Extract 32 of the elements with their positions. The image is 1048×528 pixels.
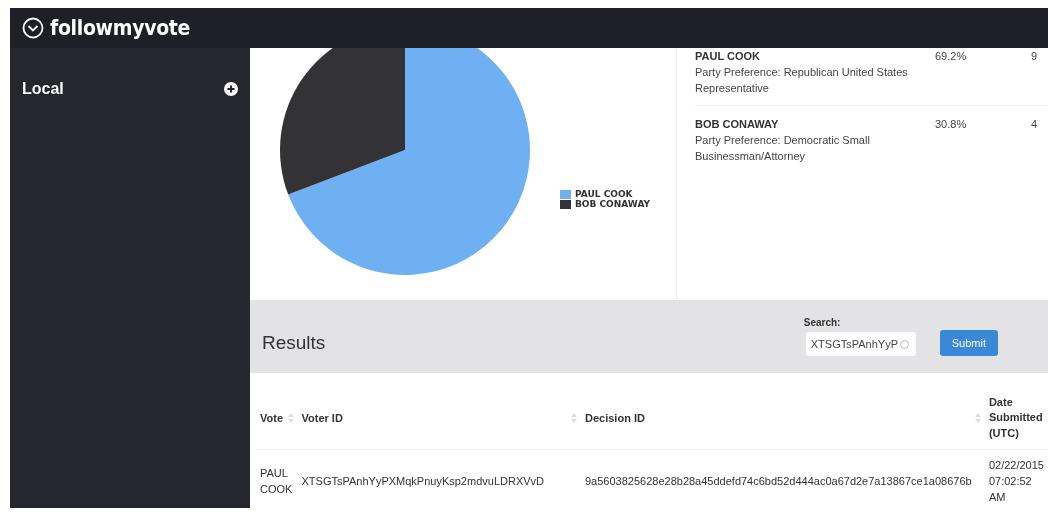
sort-icon[interactable]: [287, 413, 294, 424]
percent-text: 30.8%: [935, 117, 968, 132]
candidate-name: BOB CONAWAY: [695, 117, 780, 130]
search-label: Search:: [803, 317, 842, 328]
sort-icon[interactable]: [571, 413, 577, 424]
column-header[interactable]: Voter ID: [297, 391, 581, 450]
party-text: Party Preference: Democratic Small Businessman/Attorney: [695, 132, 871, 164]
search-field[interactable]: XTSGTsPAnhYyP: [805, 332, 916, 356]
table-cell: PAUL COOK: [256, 449, 298, 508]
table-cell: 02/22/2015 07:02:52 AM: [984, 449, 1048, 508]
candidate-name: PAUL COOK: [695, 50, 761, 62]
sidebar-item[interactable]: Local: [22, 80, 64, 98]
add-icon[interactable]: [224, 82, 238, 96]
column-header[interactable]: Decision ID: [581, 391, 985, 450]
submit-button[interactable]: Submit: [939, 329, 998, 356]
column-header[interactable]: Vote: [256, 391, 298, 450]
clear-icon[interactable]: [899, 339, 909, 349]
percent-text: 69.2%: [935, 50, 968, 64]
logo-icon: [22, 17, 44, 39]
legend-label: BOB CONAWAY: [575, 199, 650, 209]
legend-swatch: [560, 189, 571, 199]
logo-text[interactable]: followmyvote: [50, 16, 191, 40]
column-header[interactable]: Date Submitted (UTC): [984, 391, 1048, 450]
results-title: Results: [262, 331, 327, 354]
party-text: Party Preference: Republican United States Representative: [695, 65, 909, 96]
table-cell: XTSGTsPAnhYyPXMqkPnuyKsp2mdvuLDRXVvD: [297, 449, 581, 508]
legend-swatch: [560, 199, 571, 209]
legend-label: PAUL COOK: [575, 189, 633, 199]
sort-icon[interactable]: [974, 413, 981, 424]
table-cell: 9a5603825628e28b28a45ddefd74c6bd52d444ac0a67d2e7a13867ce1a08676b: [581, 449, 985, 508]
vote-count: 9: [1031, 50, 1038, 64]
vote-count: 4: [1031, 117, 1038, 132]
